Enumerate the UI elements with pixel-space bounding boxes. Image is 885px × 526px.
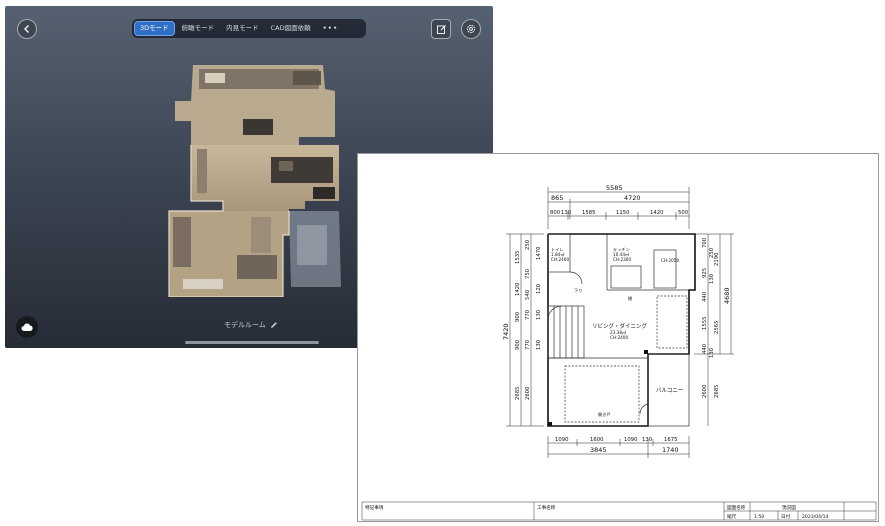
door-label: 開き戸: [598, 412, 611, 418]
dim-left-offset: 865: [551, 194, 563, 202]
title-project-label: 工事名称: [537, 504, 556, 511]
dim-bottom-seg-1: 1090: [555, 437, 569, 443]
dim-left-a8: 900: [515, 311, 521, 322]
dim-top-seg-6: 500: [678, 210, 689, 216]
room-balcony: バルコニー: [656, 387, 683, 394]
dim-left-a4: 1420: [515, 282, 521, 296]
dim-inner-width: 4720: [624, 194, 641, 202]
dim-right-6: 440: [702, 291, 708, 302]
dim-right-11: 2600: [702, 384, 708, 398]
room-living-name: リビング・ダイニング: [592, 322, 648, 330]
dim-left-a3: 1470: [536, 246, 542, 260]
tab-walkthrough-mode[interactable]: 内見モード: [221, 21, 264, 36]
settings-button[interactable]: [461, 19, 481, 39]
model-name-label[interactable]: モデルルーム: [224, 320, 278, 330]
tab-3d-mode[interactable]: 3Dモード: [134, 21, 175, 36]
dim-left-a11: 900: [515, 339, 521, 350]
pencil-icon[interactable]: [270, 321, 278, 329]
cloud-button[interactable]: [16, 316, 38, 338]
dim-left-a10: 130: [536, 309, 542, 320]
dim-bottom-seg-4: 130: [642, 437, 653, 443]
dim-right-9: 440: [702, 343, 708, 354]
mode-switcher: 3Dモード 俯瞰モード 内見モード CAD図面依頼 •••: [132, 19, 366, 38]
room-toilet-ch: CH:2400: [551, 257, 569, 262]
dim-bottom-total-1: 3845: [590, 446, 607, 454]
dim-top-seg-1: 800: [550, 210, 561, 216]
dim-top-seg-3: 1585: [582, 210, 595, 216]
dim-bottom-total-2: 1740: [662, 446, 679, 454]
title-scale-value: 1:50: [754, 514, 764, 520]
dim-right-5: 130: [709, 273, 715, 284]
dim-top-seg-2: 130: [561, 210, 572, 216]
gear-icon: [466, 24, 476, 34]
dim-right-10: 130: [709, 347, 715, 358]
dim-right-4: 925: [702, 268, 708, 278]
dim-right-3: 2190: [714, 252, 720, 266]
dim-right-12: 2685: [714, 385, 720, 398]
dim-right-overall: 4680: [723, 287, 731, 304]
3d-dollhouse-model[interactable]: [163, 61, 343, 298]
tab-overhead-mode[interactable]: 俯瞰モード: [177, 21, 220, 36]
dim-right-1: 700: [702, 237, 708, 248]
chevron-left-icon: [24, 25, 29, 33]
title-drawing-name: 現況図: [782, 504, 796, 511]
stairs-down-label: 下り: [574, 288, 582, 294]
title-notes-label: 特記事項: [365, 504, 384, 511]
back-button[interactable]: [17, 19, 37, 39]
dim-left-a9: 770: [525, 309, 531, 320]
dim-bottom-seg-2: 1600: [590, 437, 604, 443]
dim-overall-width: 5585: [606, 184, 623, 192]
dim-left-a14: 2685: [515, 387, 521, 400]
dollhouse-render: [168, 65, 341, 298]
dim-top-seg-5: 1420: [650, 210, 664, 216]
edit-button[interactable]: [431, 19, 451, 39]
dim-left-a5: 750: [525, 268, 531, 279]
floor-plan-document: 5585 4720 865 800 130 1585 1150 1420 500…: [357, 153, 879, 522]
dim-bottom-seg-5: 1675: [664, 437, 677, 443]
home-indicator: [185, 341, 319, 344]
dim-left-a1: 1535: [515, 251, 521, 264]
room-living-ch: CH:2400: [610, 335, 628, 340]
dim-right-8: 2565: [714, 321, 720, 334]
title-drawing-label: 図面名称: [727, 504, 746, 511]
dim-left-a13: 130: [536, 339, 542, 350]
dim-left-a6: 540: [525, 289, 531, 300]
dim-left-overall: 7420: [502, 323, 510, 340]
dim-left-a12: 770: [525, 339, 531, 350]
ch-2050-label: CH:2050: [661, 258, 679, 263]
floor-plan-drawing: 5585 4720 865 800 130 1585 1150 1420 500…: [361, 184, 877, 521]
title-date-value: 2023/04/14: [802, 514, 829, 520]
shelf-label: 棚: [628, 295, 632, 302]
dim-left-a2: 250: [525, 239, 531, 250]
dim-right-7: 1555: [702, 317, 708, 330]
more-menu-button[interactable]: •••: [318, 21, 343, 36]
title-date-label: 日付: [781, 513, 791, 520]
model-name: モデルルーム: [224, 321, 266, 329]
dim-left-a7: 120: [536, 283, 542, 294]
dim-top-seg-4: 1150: [616, 210, 630, 216]
dim-left-a15: 2600: [525, 386, 531, 400]
title-scale-label: 縮尺: [727, 513, 737, 520]
tab-cad-request[interactable]: CAD図面依頼: [266, 21, 316, 36]
room-kitchen-ch: CH:2300: [613, 257, 631, 262]
edit-icon: [436, 24, 446, 34]
cloud-icon: [21, 322, 33, 331]
dim-bottom-seg-3: 1090: [624, 437, 638, 443]
